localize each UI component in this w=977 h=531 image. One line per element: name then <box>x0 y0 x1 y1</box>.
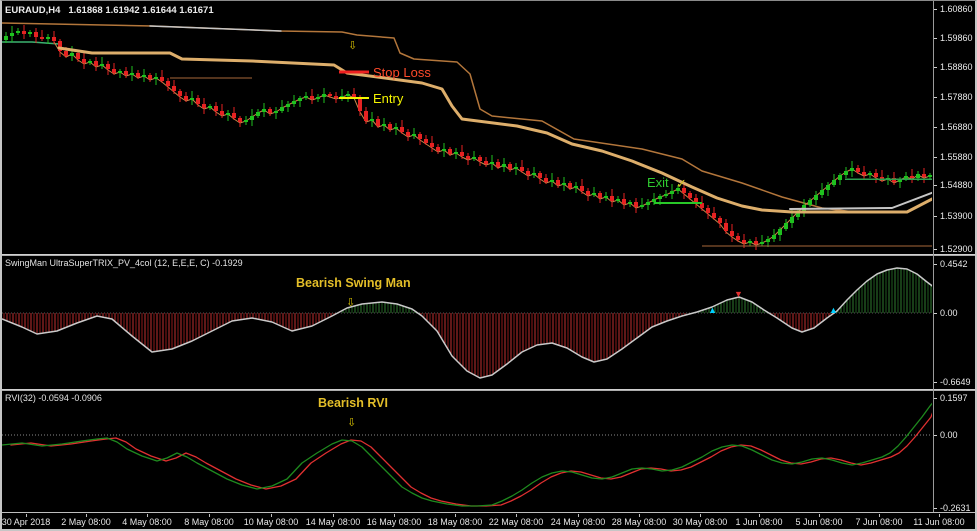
time-axis-label: 5 Jun 08:00 <box>795 517 843 527</box>
time-axis-label: 30 May 08:00 <box>672 517 728 527</box>
axis-value-label: 1.60860 <box>940 4 973 14</box>
axis-value-label: 0.00 <box>940 430 958 440</box>
buy-arrow-2[interactable]: ▲ <box>829 306 838 315</box>
axis-value-label: 1.57880 <box>940 92 973 102</box>
time-axis-label: 28 May 08:00 <box>611 517 667 527</box>
axis-value-label: 1.59860 <box>940 33 973 43</box>
buy-arrow-1[interactable]: ▲ <box>708 306 717 315</box>
rvi-indicator-panel[interactable]: RVI(32) -0.0594 -0.0906 Bearish RVI ⇩ <box>2 391 932 513</box>
axis-value-label: 1.52900 <box>940 244 973 254</box>
swingman-title: SwingMan UltraSuperTRIX_PV_4col (12, E,E… <box>5 258 243 268</box>
candlestick-chart-canvas[interactable] <box>2 3 932 254</box>
axis-value-label: -0.2631 <box>940 503 971 513</box>
time-axis-label: 10 May 08:00 <box>243 517 299 527</box>
time-axis-label: 11 Jun 08:00 <box>913 517 965 527</box>
time-axis-label: 7 Jun 08:00 <box>855 517 903 527</box>
down-arrow-icon[interactable]: ⇩ <box>348 41 357 52</box>
sell-arrow[interactable]: ▼ <box>734 290 743 299</box>
time-axis-label: 1 Jun 08:00 <box>735 517 783 527</box>
chart-title: EURAUD,H4 1.61868 1.61942 1.61644 1.6167… <box>5 5 214 16</box>
bearish-rvi-label[interactable]: Bearish RVI <box>318 396 388 410</box>
down-arrow-icon[interactable]: ⇩ <box>347 418 356 429</box>
time-axis-label: 16 May 08:00 <box>366 517 422 527</box>
time-axis-label: 30 Apr 2018 <box>1 517 51 527</box>
time-axis-label: 18 May 08:00 <box>427 517 483 527</box>
axis-value-label: 0.4542 <box>940 259 968 269</box>
axis-value-label: 1.54880 <box>940 180 973 190</box>
axis-value-label: -0.6649 <box>940 377 971 387</box>
exit-label[interactable]: Exit <box>647 175 669 190</box>
axis-value-label: 1.56880 <box>940 122 973 132</box>
time-axis[interactable]: 30 Apr 2018 2 May 08:00 4 May 08:00 8 May 0… <box>1 514 975 529</box>
time-axis-label: 14 May 08:00 <box>305 517 361 527</box>
axis-value-label: 1.55880 <box>940 152 973 162</box>
bearish-swingman-label[interactable]: Bearish Swing Man <box>296 276 411 290</box>
exit-checkmark-icon[interactable]: ✓ <box>676 176 687 192</box>
time-axis-label: 4 May 08:00 <box>122 517 172 527</box>
mt4-chart-window: EURAUD,H4 1.61868 1.61942 1.61644 1.6167… <box>0 0 977 531</box>
time-axis-label: 8 May 08:00 <box>184 517 234 527</box>
main-price-panel[interactable]: EURAUD,H4 1.61868 1.61942 1.61644 1.6167… <box>2 3 932 254</box>
entry-label[interactable]: Entry <box>373 91 403 106</box>
axis-value-label: 1.58860 <box>940 62 973 72</box>
rvi-title: RVI(32) -0.0594 -0.0906 <box>5 393 102 403</box>
axis-value-label: 0.00 <box>940 308 958 318</box>
swingman-indicator-panel[interactable]: SwingMan UltraSuperTRIX_PV_4col (12, E,E… <box>2 256 932 389</box>
value-axis[interactable]: 1.60860 1.59860 1.58860 1.57880 1.56880 1.558… <box>933 1 975 513</box>
time-axis-label: 22 May 08:00 <box>488 517 544 527</box>
rvi-line-canvas[interactable] <box>2 391 932 513</box>
down-arrow-icon[interactable]: ⇩ <box>346 298 355 309</box>
panel-separator[interactable] <box>2 512 975 513</box>
axis-value-label: 1.53900 <box>940 211 973 221</box>
stop-loss-label[interactable]: Stop Loss <box>373 65 431 80</box>
axis-separator-line <box>933 1 934 512</box>
time-axis-label: 24 May 08:00 <box>550 517 606 527</box>
axis-value-label: 0.1597 <box>940 393 968 403</box>
swingman-histogram-canvas[interactable] <box>2 256 932 389</box>
time-axis-label: 2 May 08:00 <box>61 517 111 527</box>
